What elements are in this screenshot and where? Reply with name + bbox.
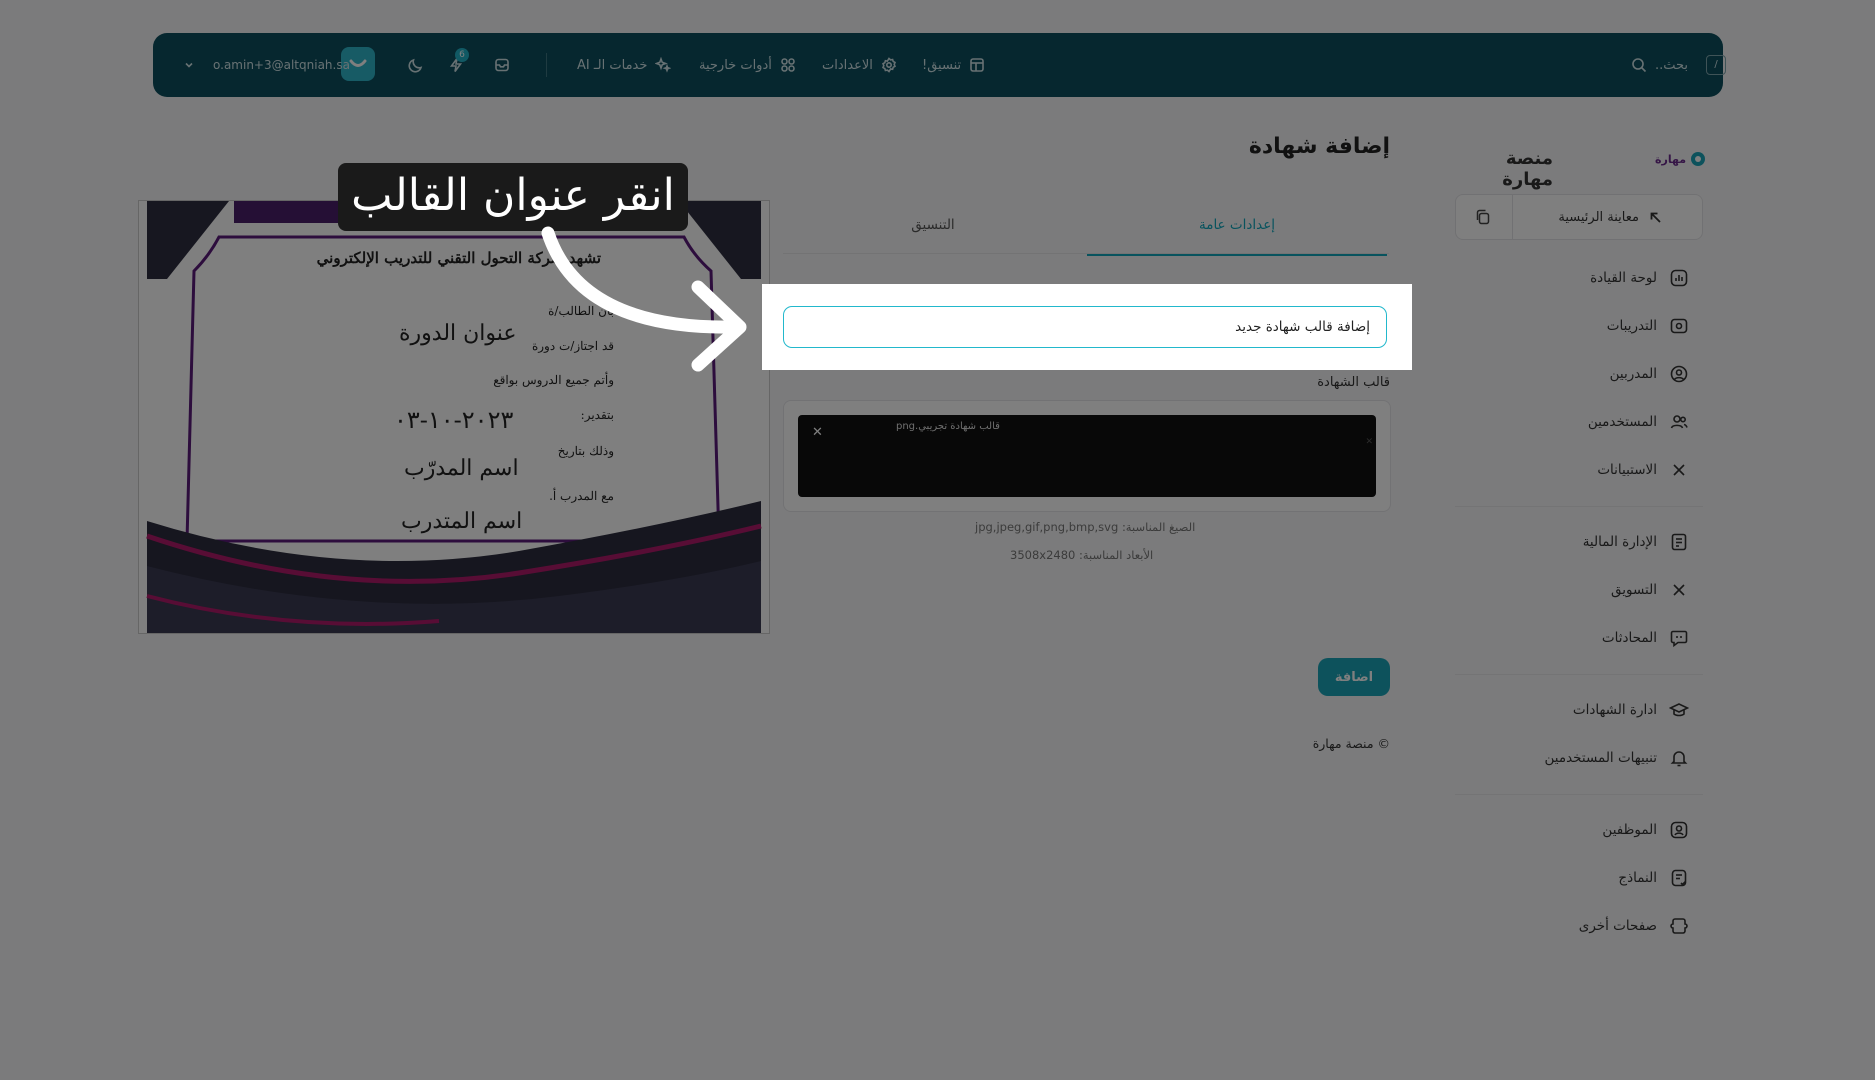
tutorial-tooltip: انقر عنوان القالب	[338, 163, 688, 231]
template-title-input[interactable]	[783, 306, 1387, 348]
tutorial-overlay	[0, 0, 1875, 1080]
template-title-spotlight	[762, 284, 1412, 370]
tutorial-arrow-icon	[541, 226, 747, 372]
